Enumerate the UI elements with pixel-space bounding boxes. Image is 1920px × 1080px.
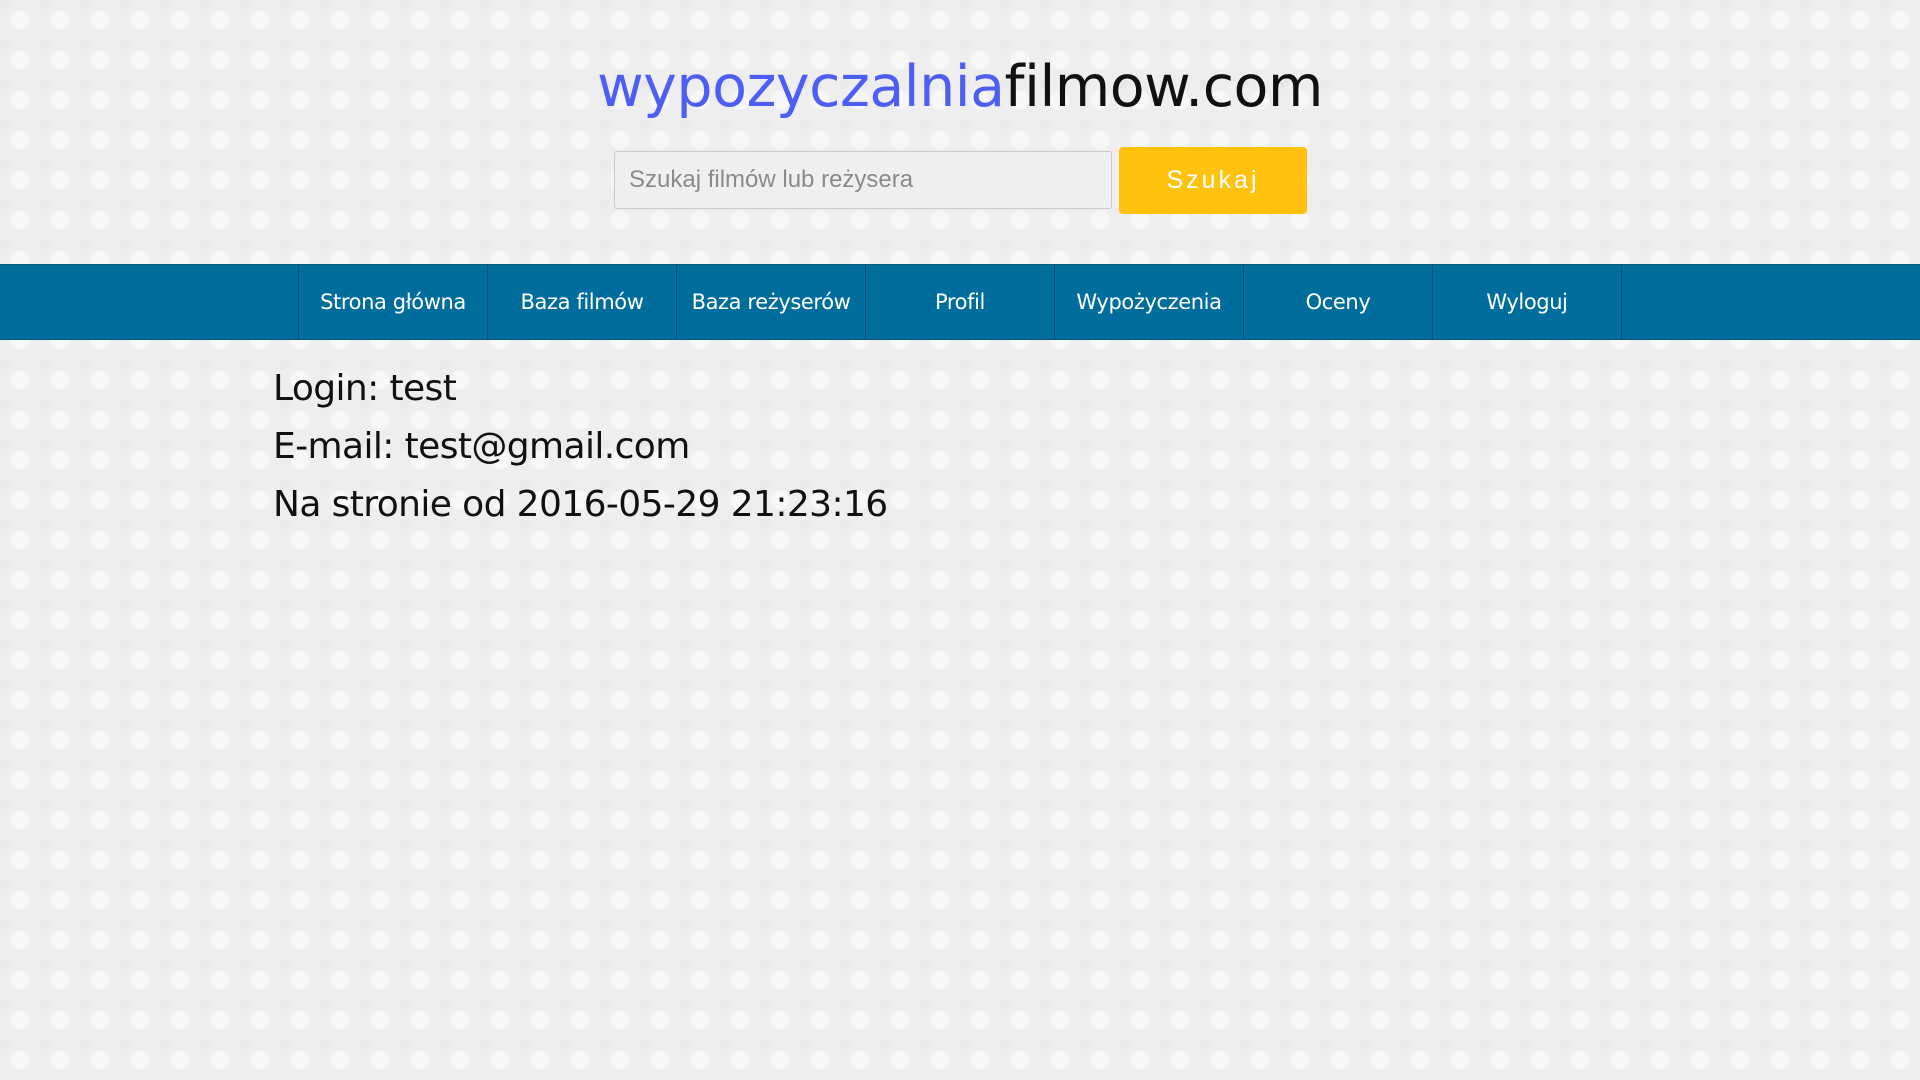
search-button[interactable]: Szukaj	[1119, 147, 1307, 214]
site-header: wypozyczalniafilmow.com Szukaj	[0, 0, 1920, 264]
profile-login: Login: test	[273, 368, 457, 409]
nav-item-home[interactable]: Strona główna	[299, 265, 488, 339]
logo-domain-text: filmow.com	[1004, 54, 1324, 120]
nav-item-movies[interactable]: Baza filmów	[488, 265, 677, 339]
nav-list: Strona główna Baza filmów Baza reżyserów…	[298, 265, 1622, 339]
nav-item-directors[interactable]: Baza reżyserów	[677, 265, 866, 339]
search-input[interactable]	[614, 151, 1112, 209]
site-logo[interactable]: wypozyczalniafilmow.com	[0, 52, 1920, 122]
nav-item-profile[interactable]: Profil	[866, 265, 1055, 339]
profile-email: E-mail: test@gmail.com	[273, 426, 690, 467]
profile-info: Login: test E-mail: test@gmail.com Na st…	[273, 360, 888, 534]
nav-item-rentals[interactable]: Wypożyczenia	[1055, 265, 1244, 339]
nav-item-ratings[interactable]: Oceny	[1244, 265, 1433, 339]
profile-member-since: Na stronie od 2016-05-29 21:23:16	[273, 484, 888, 525]
logo-accent-text: wypozyczalnia	[597, 54, 1005, 120]
nav-item-logout[interactable]: Wyloguj	[1433, 265, 1622, 339]
main-navigation: Strona główna Baza filmów Baza reżyserów…	[0, 264, 1920, 340]
